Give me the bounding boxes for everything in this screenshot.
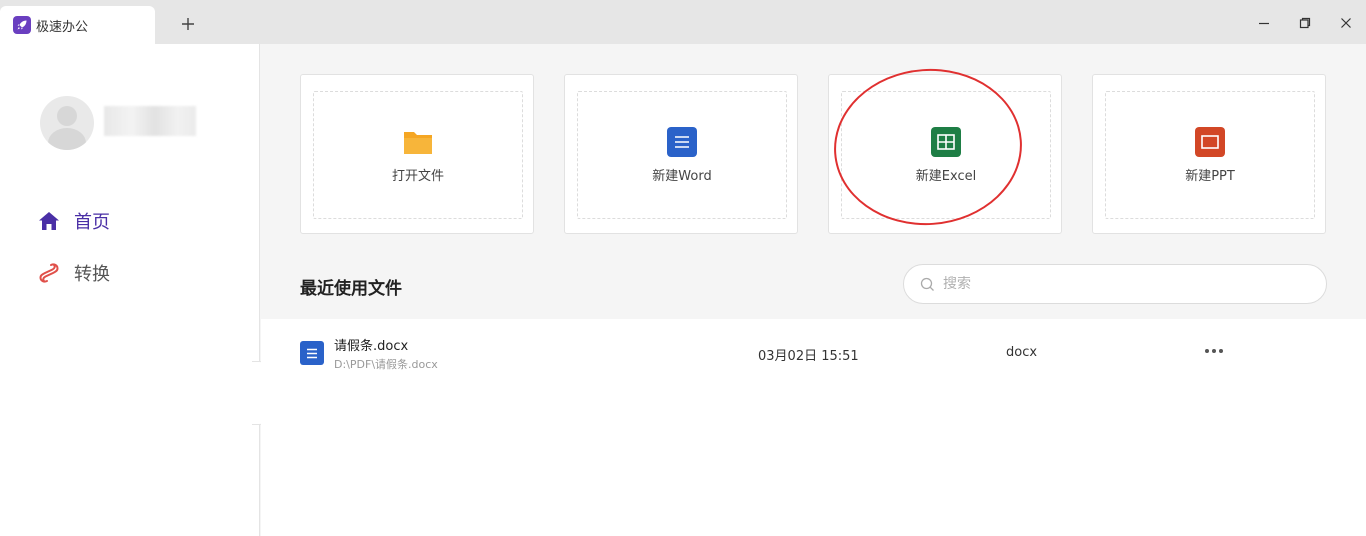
avatar-body-shape (48, 128, 86, 150)
word-icon (667, 126, 697, 157)
search-icon (920, 277, 934, 291)
sidebar-item-label: 首页 (74, 212, 110, 233)
sidebar: 首页 转换 (0, 44, 260, 536)
more-options-button[interactable] (1201, 341, 1227, 361)
username-redacted (104, 106, 196, 136)
avatar-head-shape (57, 106, 77, 126)
new-word-card[interactable]: 新建Word (564, 74, 798, 234)
close-icon (1341, 18, 1351, 28)
title-bar: 极速办公 (0, 0, 1366, 44)
new-ppt-card[interactable]: 新建PPT (1092, 74, 1326, 234)
card-label: 新建Excel (915, 168, 977, 184)
docx-file-icon (300, 341, 324, 365)
new-tab-button[interactable] (178, 14, 198, 34)
card-drop-area: 新建PPT (1105, 91, 1315, 219)
convert-icon (39, 263, 59, 283)
file-path: D:\PDF\请假条.docx (334, 358, 438, 371)
ppt-icon (1195, 126, 1225, 157)
new-excel-card[interactable]: 新建Excel (828, 74, 1062, 234)
excel-icon (931, 126, 961, 157)
plus-icon (182, 18, 194, 30)
card-label: 新建Word (652, 168, 712, 184)
card-label: 打开文件 (391, 168, 444, 184)
search-box[interactable] (903, 264, 1327, 304)
open-file-card[interactable]: 打开文件 (300, 74, 534, 234)
more-horizontal-icon (1205, 349, 1223, 353)
tab-title: 极速办公 (36, 19, 89, 35)
file-date: 03月02日 15:51 (758, 349, 859, 364)
sidebar-item-convert[interactable]: 转换 (38, 260, 110, 286)
recent-files-title: 最近使用文件 (300, 279, 402, 299)
sidebar-item-home[interactable]: 首页 (38, 208, 110, 234)
avatar[interactable] (40, 96, 94, 150)
tab-app[interactable]: 极速办公 (0, 6, 155, 44)
home-icon (39, 212, 59, 230)
sidebar-item-label: 转换 (74, 264, 110, 285)
restore-icon (1299, 17, 1311, 29)
minimize-button[interactable] (1255, 14, 1273, 32)
restore-button[interactable] (1296, 14, 1314, 32)
card-label: 新建PPT (1185, 168, 1235, 184)
card-drop-area: 打开文件 (313, 91, 523, 219)
card-drop-area: 新建Word (577, 91, 787, 219)
file-row[interactable]: 请假条.docx D:\PDF\请假条.docx 03月02日 15:51 do… (261, 319, 1366, 387)
file-type: docx (1006, 345, 1038, 360)
minimize-icon (1259, 22, 1269, 25)
rocket-icon (13, 16, 31, 34)
file-name: 请假条.docx (334, 339, 409, 354)
close-window-button[interactable] (1337, 14, 1355, 32)
folder-icon (403, 127, 433, 157)
card-drop-area: 新建Excel (841, 91, 1051, 219)
search-input[interactable] (943, 276, 1303, 292)
file-list: 请假条.docx D:\PDF\请假条.docx 03月02日 15:51 do… (261, 319, 1366, 536)
